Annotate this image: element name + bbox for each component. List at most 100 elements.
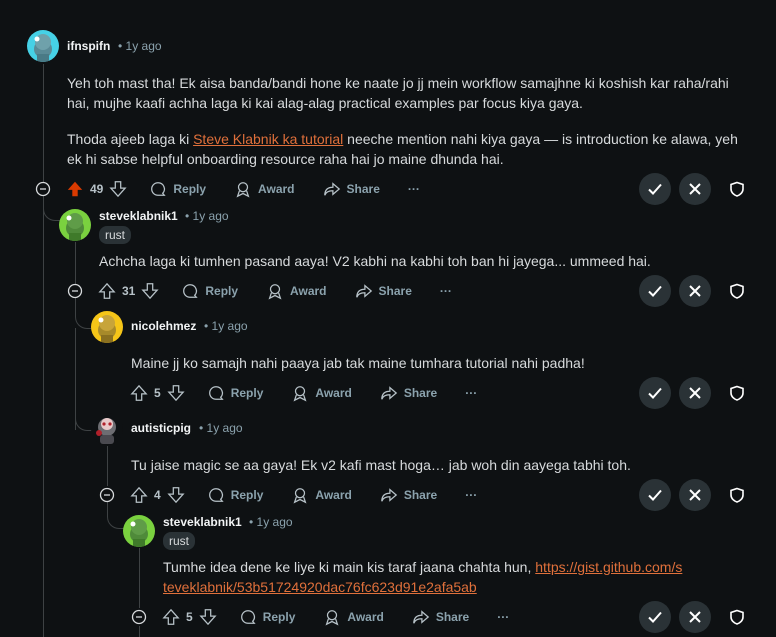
avatar[interactable]: [91, 311, 123, 343]
avatar[interactable]: [91, 413, 123, 445]
award-button[interactable]: Award: [266, 282, 327, 300]
comment-actions: 31 Reply Award Share ···: [98, 275, 452, 307]
close-icon: [689, 183, 701, 195]
downvote-icon[interactable]: [199, 608, 217, 626]
check-icon: [648, 387, 662, 399]
share-button[interactable]: Share: [380, 384, 437, 402]
mod-shield-button[interactable]: [721, 479, 753, 511]
collapse-icon[interactable]: [131, 609, 147, 625]
shield-icon: [730, 385, 744, 401]
upvote-icon[interactable]: [130, 384, 148, 402]
comment-author[interactable]: ifnspifn: [67, 39, 110, 53]
text: Tumhe idea dene ke liye ki main kis tara…: [163, 559, 536, 575]
collapse-icon[interactable]: [67, 283, 83, 299]
comment-timestamp[interactable]: • 1y ago: [199, 421, 243, 435]
mod-shield-button[interactable]: [721, 377, 753, 409]
share-button[interactable]: Share: [380, 486, 437, 504]
comment-body: Achcha laga ki tumhen pasand aaya! V2 ka…: [99, 253, 651, 269]
thread-branch: [75, 298, 92, 329]
upvote-icon[interactable]: [162, 608, 180, 626]
comment-author[interactable]: steveklabnik1: [163, 515, 242, 529]
share-icon: [413, 610, 430, 624]
mod-shield-button[interactable]: [721, 601, 753, 633]
more-options-button[interactable]: ···: [408, 182, 420, 196]
check-icon: [648, 611, 662, 623]
more-label: ···: [407, 182, 420, 196]
mod-shield-button[interactable]: [721, 275, 753, 307]
award-button[interactable]: Award: [291, 384, 352, 402]
reply-button[interactable]: Reply: [207, 384, 263, 402]
collapse-icon[interactable]: [99, 487, 115, 503]
approve-button[interactable]: [639, 173, 671, 205]
award-button[interactable]: Award: [323, 608, 384, 626]
thread-line: [107, 446, 108, 486]
approve-button[interactable]: [639, 275, 671, 307]
thread-branch: [43, 198, 60, 221]
share-label: Share: [403, 386, 438, 400]
comment-timestamp[interactable]: • 1y ago: [249, 515, 293, 529]
award-icon: [325, 610, 339, 626]
reply-button[interactable]: Reply: [181, 282, 238, 300]
comment-timestamp[interactable]: • 1y ago: [185, 209, 229, 223]
collapse-icon[interactable]: [35, 181, 51, 197]
reply-button[interactable]: Reply: [207, 486, 263, 504]
comment-timestamp[interactable]: • 1y ago: [118, 39, 162, 53]
downvote-icon[interactable]: [167, 384, 185, 402]
user-flair: rust: [163, 532, 196, 550]
comment-body: Tumhe idea dene ke liye ki main kis tara…: [163, 557, 683, 597]
tutorial-link[interactable]: Steve Klabnik ka tutorial: [193, 131, 343, 147]
comment-author[interactable]: autisticpig: [131, 421, 191, 435]
comment-paragraph: Thoda ajeeb laga ki Steve Klabnik ka tut…: [67, 129, 747, 169]
shield-icon: [730, 181, 744, 197]
comment-body: Maine jj ko samajh nahi paaya jab tak ma…: [131, 355, 585, 371]
avatar[interactable]: [27, 30, 59, 62]
share-icon: [355, 284, 372, 298]
share-icon: [381, 386, 398, 400]
remove-button[interactable]: [679, 173, 711, 205]
remove-button[interactable]: [679, 377, 711, 409]
close-icon: [689, 489, 701, 501]
comment-icon: [208, 488, 224, 502]
share-label: Share: [403, 488, 438, 502]
shield-icon: [730, 487, 744, 503]
more-options-button[interactable]: ···: [465, 386, 477, 400]
avatar[interactable]: [123, 515, 155, 547]
more-options-button[interactable]: ···: [497, 610, 509, 624]
more-options-button[interactable]: ···: [465, 488, 477, 502]
avatar[interactable]: [59, 209, 91, 241]
reply-label: Reply: [173, 182, 207, 196]
upvote-icon[interactable]: [130, 486, 148, 504]
downvote-icon[interactable]: [109, 180, 127, 198]
user-flair: rust: [99, 226, 132, 244]
award-icon: [268, 284, 282, 300]
upvote-icon[interactable]: [98, 282, 116, 300]
award-button[interactable]: Award: [234, 180, 295, 198]
close-icon: [689, 387, 701, 399]
comment-author[interactable]: steveklabnik1: [99, 209, 178, 223]
comment-paragraph: Yeh toh mast tha! Ek aisa banda/bandi ho…: [67, 75, 729, 111]
approve-button[interactable]: [639, 479, 671, 511]
reply-button[interactable]: Reply: [149, 180, 206, 198]
share-button[interactable]: Share: [323, 180, 380, 198]
award-button[interactable]: Award: [291, 486, 352, 504]
comment-author[interactable]: nicolehmez: [131, 319, 196, 333]
award-label: Award: [315, 386, 352, 400]
comment-timestamp[interactable]: • 1y ago: [204, 319, 248, 333]
remove-button[interactable]: [679, 275, 711, 307]
downvote-icon[interactable]: [167, 486, 185, 504]
more-label: ···: [439, 284, 452, 298]
downvote-icon[interactable]: [141, 282, 159, 300]
approve-button[interactable]: [639, 377, 671, 409]
share-button[interactable]: Share: [355, 282, 412, 300]
vote-count: 5: [186, 610, 193, 624]
remove-button[interactable]: [679, 601, 711, 633]
share-button[interactable]: Share: [412, 608, 469, 626]
upvote-icon[interactable]: [66, 180, 84, 198]
reply-button[interactable]: Reply: [239, 608, 295, 626]
approve-button[interactable]: [639, 601, 671, 633]
more-options-button[interactable]: ···: [440, 284, 452, 298]
remove-button[interactable]: [679, 479, 711, 511]
mod-shield-button[interactable]: [721, 173, 753, 205]
comment-body: Yeh toh mast tha! Ek aisa banda/bandi ho…: [67, 73, 747, 185]
vote-count: 31: [122, 284, 136, 298]
